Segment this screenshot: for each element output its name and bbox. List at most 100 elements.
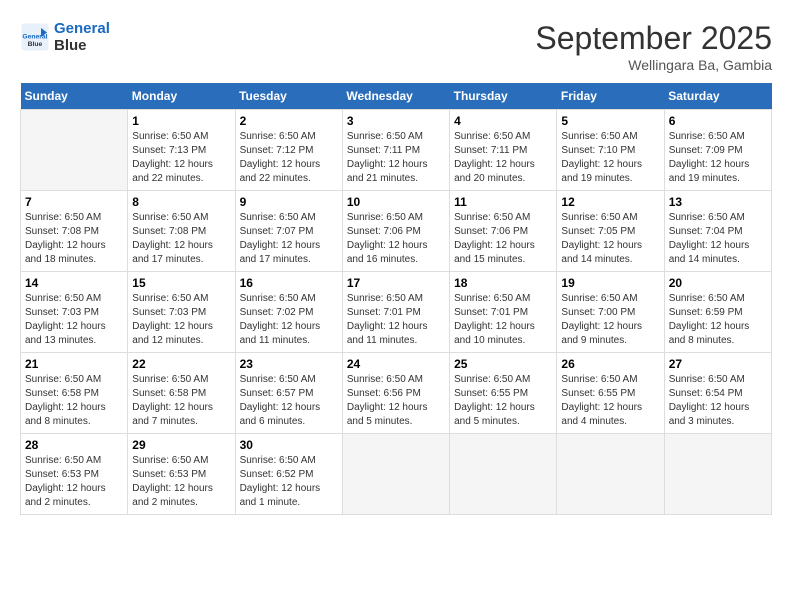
day-number: 8 <box>132 195 230 209</box>
day-number: 29 <box>132 438 230 452</box>
day-number: 26 <box>561 357 659 371</box>
day-info: Sunrise: 6:50 AM Sunset: 7:04 PM Dayligh… <box>669 211 767 267</box>
calendar-cell: 18Sunrise: 6:50 AM Sunset: 7:01 PM Dayli… <box>450 272 557 353</box>
day-number: 15 <box>132 276 230 290</box>
day-number: 25 <box>454 357 552 371</box>
day-number: 23 <box>240 357 338 371</box>
calendar-week-row: 21 Sunrise: 6:50 AM Sunset: 6:58 PM Dayli… <box>21 353 772 434</box>
calendar-header-row: SundayMondayTuesdayWednesdayThursdayFrid… <box>21 83 772 110</box>
calendar-cell: 2 Sunrise: 6:50 AM Sunset: 7:12 PM Daylig… <box>235 110 342 191</box>
calendar-cell: 12 Sunrise: 6:50 AM Sunset: 7:05 PM Dayli… <box>557 191 664 272</box>
day-number: 11 <box>454 195 552 209</box>
day-number: 13 <box>669 195 767 209</box>
calendar-cell: 29Sunrise: 6:50 AM Sunset: 6:53 PM Dayli… <box>128 434 235 515</box>
calendar-cell <box>342 434 449 515</box>
calendar-cell: 5 Sunrise: 6:50 AM Sunset: 7:10 PM Daylig… <box>557 110 664 191</box>
day-info: Sunrise: 6:50 AM Sunset: 6:58 PM Dayligh… <box>25 373 123 429</box>
calendar-cell <box>557 434 664 515</box>
day-info: Sunrise: 6:50 AM Sunset: 7:06 PM Dayligh… <box>347 211 445 267</box>
day-number: 30 <box>240 438 338 452</box>
calendar-cell: 24 Sunrise: 6:50 AM Sunset: 6:56 PM Dayli… <box>342 353 449 434</box>
day-number: 5 <box>561 114 659 128</box>
day-info: Sunrise: 6:50 AM Sunset: 7:01 PM Dayligh… <box>347 292 445 348</box>
day-number: 6 <box>669 114 767 128</box>
calendar-cell: 23 Sunrise: 6:50 AM Sunset: 6:57 PM Dayli… <box>235 353 342 434</box>
day-info: Sunrise: 6:50 AM Sunset: 7:13 PM Dayligh… <box>132 130 230 186</box>
page-header: General Blue General Blue September 2025… <box>20 20 772 73</box>
calendar-cell: 4Sunrise: 6:50 AM Sunset: 7:11 PM Daylig… <box>450 110 557 191</box>
day-of-week-header: Monday <box>128 83 235 110</box>
day-info: Sunrise: 6:50 AM Sunset: 7:00 PM Dayligh… <box>561 292 659 348</box>
calendar-cell: 22Sunrise: 6:50 AM Sunset: 6:58 PM Dayli… <box>128 353 235 434</box>
calendar-cell: 19 Sunrise: 6:50 AM Sunset: 7:00 PM Dayli… <box>557 272 664 353</box>
day-number: 14 <box>25 276 123 290</box>
title-block: September 2025 Wellingara Ba, Gambia <box>535 20 772 73</box>
day-info: Sunrise: 6:50 AM Sunset: 6:52 PM Dayligh… <box>240 454 338 510</box>
calendar-cell: 10 Sunrise: 6:50 AM Sunset: 7:06 PM Dayli… <box>342 191 449 272</box>
day-number: 27 <box>669 357 767 371</box>
day-of-week-header: Saturday <box>664 83 771 110</box>
day-number: 19 <box>561 276 659 290</box>
day-of-week-header: Thursday <box>450 83 557 110</box>
calendar-cell: 8 Sunrise: 6:50 AM Sunset: 7:08 PM Daylig… <box>128 191 235 272</box>
calendar-cell: 11Sunrise: 6:50 AM Sunset: 7:06 PM Dayli… <box>450 191 557 272</box>
day-info: Sunrise: 6:50 AM Sunset: 7:02 PM Dayligh… <box>240 292 338 348</box>
calendar-cell: 27 Sunrise: 6:50 AM Sunset: 6:54 PM Dayli… <box>664 353 771 434</box>
day-info: Sunrise: 6:50 AM Sunset: 7:09 PM Dayligh… <box>669 130 767 186</box>
day-number: 20 <box>669 276 767 290</box>
calendar-cell: 13 Sunrise: 6:50 AM Sunset: 7:04 PM Dayli… <box>664 191 771 272</box>
day-info: Sunrise: 6:50 AM Sunset: 6:55 PM Dayligh… <box>454 373 552 429</box>
day-info: Sunrise: 6:50 AM Sunset: 6:58 PM Dayligh… <box>132 373 230 429</box>
day-info: Sunrise: 6:50 AM Sunset: 6:56 PM Dayligh… <box>347 373 445 429</box>
location-subtitle: Wellingara Ba, Gambia <box>535 57 772 73</box>
day-number: 21 <box>25 357 123 371</box>
calendar-cell: 30 Sunrise: 6:50 AM Sunset: 6:52 PM Dayli… <box>235 434 342 515</box>
calendar-table: SundayMondayTuesdayWednesdayThursdayFrid… <box>20 83 772 515</box>
day-number: 28 <box>25 438 123 452</box>
calendar-cell: 15 Sunrise: 6:50 AM Sunset: 7:03 PM Dayli… <box>128 272 235 353</box>
logo-icon: General Blue <box>20 22 50 52</box>
day-number: 4 <box>454 114 552 128</box>
day-number: 3 <box>347 114 445 128</box>
day-of-week-header: Tuesday <box>235 83 342 110</box>
day-number: 24 <box>347 357 445 371</box>
day-info: Sunrise: 6:50 AM Sunset: 7:10 PM Dayligh… <box>561 130 659 186</box>
calendar-cell <box>450 434 557 515</box>
day-number: 16 <box>240 276 338 290</box>
calendar-cell: 9Sunrise: 6:50 AM Sunset: 7:07 PM Daylig… <box>235 191 342 272</box>
calendar-cell: 16 Sunrise: 6:50 AM Sunset: 7:02 PM Dayli… <box>235 272 342 353</box>
day-info: Sunrise: 6:50 AM Sunset: 6:54 PM Dayligh… <box>669 373 767 429</box>
day-of-week-header: Friday <box>557 83 664 110</box>
calendar-cell: 6 Sunrise: 6:50 AM Sunset: 7:09 PM Daylig… <box>664 110 771 191</box>
day-of-week-header: Sunday <box>21 83 128 110</box>
calendar-week-row: 7Sunrise: 6:50 AM Sunset: 7:08 PM Daylig… <box>21 191 772 272</box>
day-info: Sunrise: 6:50 AM Sunset: 6:57 PM Dayligh… <box>240 373 338 429</box>
day-info: Sunrise: 6:50 AM Sunset: 7:12 PM Dayligh… <box>240 130 338 186</box>
day-number: 2 <box>240 114 338 128</box>
calendar-cell: 1Sunrise: 6:50 AM Sunset: 7:13 PM Daylig… <box>128 110 235 191</box>
calendar-week-row: 28 Sunrise: 6:50 AM Sunset: 6:53 PM Dayli… <box>21 434 772 515</box>
day-info: Sunrise: 6:50 AM Sunset: 7:08 PM Dayligh… <box>25 211 123 267</box>
day-info: Sunrise: 6:50 AM Sunset: 7:03 PM Dayligh… <box>132 292 230 348</box>
day-info: Sunrise: 6:50 AM Sunset: 7:11 PM Dayligh… <box>347 130 445 186</box>
day-number: 10 <box>347 195 445 209</box>
day-info: Sunrise: 6:50 AM Sunset: 6:53 PM Dayligh… <box>25 454 123 510</box>
calendar-cell: 3 Sunrise: 6:50 AM Sunset: 7:11 PM Daylig… <box>342 110 449 191</box>
day-info: Sunrise: 6:50 AM Sunset: 6:55 PM Dayligh… <box>561 373 659 429</box>
day-info: Sunrise: 6:50 AM Sunset: 7:01 PM Dayligh… <box>454 292 552 348</box>
calendar-cell: 14Sunrise: 6:50 AM Sunset: 7:03 PM Dayli… <box>21 272 128 353</box>
logo-blue: Blue <box>54 37 110 54</box>
day-number: 12 <box>561 195 659 209</box>
calendar-cell: 7Sunrise: 6:50 AM Sunset: 7:08 PM Daylig… <box>21 191 128 272</box>
month-title: September 2025 <box>535 20 772 57</box>
calendar-cell: 26 Sunrise: 6:50 AM Sunset: 6:55 PM Dayli… <box>557 353 664 434</box>
calendar-cell <box>664 434 771 515</box>
day-info: Sunrise: 6:50 AM Sunset: 6:59 PM Dayligh… <box>669 292 767 348</box>
calendar-week-row: 14 Sunrise: 6:50 AM Sunset: 7:03 PM Dayli… <box>21 272 772 353</box>
day-number: 17 <box>347 276 445 290</box>
logo-general: General <box>54 20 110 37</box>
day-info: Sunrise: 6:50 AM Sunset: 7:08 PM Dayligh… <box>132 211 230 267</box>
day-info: Sunrise: 6:50 AM Sunset: 7:05 PM Dayligh… <box>561 211 659 267</box>
calendar-cell <box>21 110 128 191</box>
day-number: 9 <box>240 195 338 209</box>
